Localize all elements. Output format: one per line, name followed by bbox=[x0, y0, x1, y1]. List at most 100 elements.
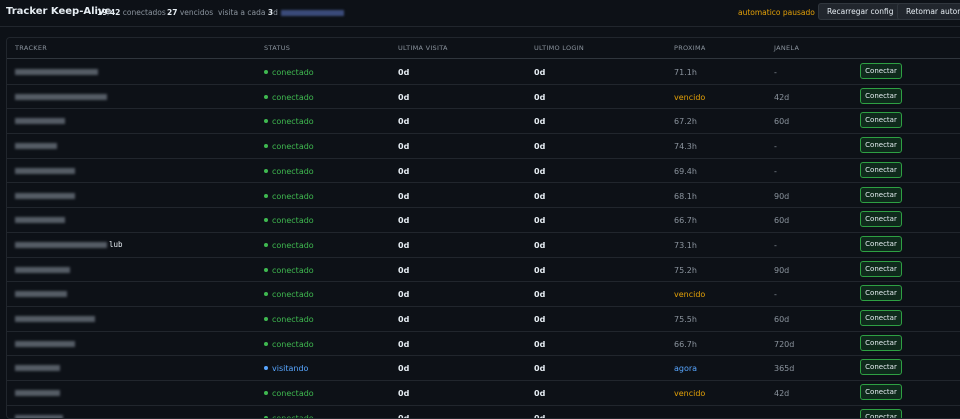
connect-button[interactable]: Conectar bbox=[860, 186, 902, 203]
last-login: 0d bbox=[534, 117, 546, 127]
last-visit: 0d bbox=[398, 240, 410, 250]
resume-auto-button[interactable]: Retomar automatico bbox=[897, 3, 960, 20]
next-visit: 66.7h bbox=[674, 339, 697, 349]
table-header: TRACKER STATUS ULTIMA VISITA ULTIMO LOGI… bbox=[7, 38, 960, 59]
last-login: 0d bbox=[534, 265, 546, 275]
col-window: JANELA bbox=[774, 44, 800, 52]
status-text: conectado bbox=[272, 216, 314, 226]
window-value: 90d bbox=[774, 265, 790, 275]
connect-button[interactable]: Conectar bbox=[860, 161, 902, 178]
tracker-name-redacted bbox=[15, 192, 75, 199]
last-visit: 0d bbox=[398, 389, 410, 399]
status-text: conectado bbox=[272, 142, 314, 152]
table-row: conectado 0d 0d 68.1h 90d Conectar bbox=[7, 183, 960, 209]
next-visit: vencido bbox=[674, 389, 706, 399]
status-indicator: conectado bbox=[264, 167, 314, 176]
connect-button[interactable]: Conectar bbox=[860, 384, 902, 401]
window-value: 42d bbox=[774, 389, 790, 399]
table-row: conectado 0d 0d 74.3h - Conectar bbox=[7, 133, 960, 159]
status-dot-icon bbox=[264, 267, 268, 272]
next-visit: 71.1h bbox=[674, 68, 697, 77]
status-indicator: visitando bbox=[264, 364, 308, 373]
status-dot-icon bbox=[264, 317, 268, 321]
connect-button[interactable]: Conectar bbox=[860, 63, 902, 79]
window-value: 60d bbox=[774, 117, 790, 127]
last-login: 0d bbox=[534, 339, 546, 349]
tracker-table: TRACKER STATUS ULTIMA VISITA ULTIMO LOGI… bbox=[6, 37, 960, 419]
last-login: 0d bbox=[534, 216, 546, 226]
connect-button[interactable]: Conectar bbox=[860, 112, 902, 129]
connected-stat: 19/42 conectados bbox=[97, 8, 166, 17]
status-text: conectado bbox=[272, 166, 314, 176]
window-value: - bbox=[774, 68, 777, 77]
window-value: 90d bbox=[774, 191, 790, 201]
status-indicator: conectado bbox=[264, 216, 314, 225]
col-last-visit: ULTIMA VISITA bbox=[398, 44, 448, 52]
status-text: conectado bbox=[272, 117, 314, 127]
next-visit: 67.2h bbox=[674, 117, 697, 127]
redacted-field bbox=[281, 10, 344, 16]
connect-button[interactable]: Conectar bbox=[860, 359, 902, 376]
connect-button[interactable]: Conectar bbox=[860, 235, 902, 252]
connect-button[interactable]: Conectar bbox=[860, 285, 902, 302]
interval-stat: visita a cada 3d bbox=[218, 8, 278, 17]
connect-button[interactable]: Conectar bbox=[860, 87, 902, 104]
last-visit: 0d bbox=[398, 315, 410, 324]
tracker-name-redacted bbox=[15, 266, 70, 273]
tracker-name-redacted bbox=[15, 365, 60, 372]
last-login: 0d bbox=[534, 364, 546, 374]
status-dot-icon bbox=[264, 242, 268, 247]
status-text: conectado bbox=[272, 413, 314, 419]
col-next: PROXIMA bbox=[674, 44, 706, 52]
last-login: 0d bbox=[534, 166, 546, 176]
interval-unit: d bbox=[273, 8, 278, 17]
next-visit: 69.4h bbox=[674, 166, 697, 176]
connect-button[interactable]: Conectar bbox=[860, 310, 902, 326]
status-indicator: conectado bbox=[264, 413, 314, 419]
reload-config-button[interactable]: Recarregar config bbox=[818, 3, 903, 20]
last-visit: 0d bbox=[398, 265, 410, 275]
status-text: conectado bbox=[272, 240, 314, 250]
status-indicator: conectado bbox=[264, 117, 314, 126]
last-visit: 0d bbox=[398, 142, 410, 152]
connect-button[interactable]: Conectar bbox=[860, 211, 902, 228]
col-tracker: TRACKER bbox=[15, 44, 48, 52]
next-visit: vencido bbox=[674, 290, 706, 300]
tracker-name-redacted bbox=[15, 316, 95, 322]
tracker-name-redacted bbox=[15, 217, 65, 224]
next-visit: 75.2h bbox=[674, 265, 697, 275]
expired-stat: 27 vencidos bbox=[167, 8, 213, 17]
connect-button[interactable]: Conectar bbox=[860, 260, 902, 277]
expired-count: 27 bbox=[167, 8, 178, 17]
table-row: visitando 0d 0d agora 365d Conectar bbox=[7, 355, 960, 382]
tracker-name-redacted bbox=[15, 241, 107, 248]
tracker-name-redacted bbox=[15, 69, 98, 75]
table-row: conectado 0d 0d 66.7h 60d Conectar bbox=[7, 207, 960, 233]
last-login: 0d bbox=[534, 389, 546, 399]
status-indicator: conectado bbox=[264, 389, 314, 398]
last-visit: 0d bbox=[398, 166, 410, 176]
status-dot-icon bbox=[264, 366, 268, 371]
tracker-name-redacted bbox=[15, 291, 67, 298]
status-text: conectado bbox=[272, 68, 314, 77]
top-bar: Tracker Keep-Alive 19/42 conectados 27 v… bbox=[0, 0, 960, 27]
status-text: conectado bbox=[272, 92, 314, 102]
table-row: conectado 0d 0d 71.1h - Conectar bbox=[7, 59, 960, 85]
col-last-login: ULTIMO LOGIN bbox=[534, 44, 585, 52]
status-dot-icon bbox=[264, 218, 268, 223]
connect-button[interactable]: Conectar bbox=[860, 137, 902, 154]
status-text: conectado bbox=[272, 191, 314, 201]
last-visit: 0d bbox=[398, 290, 410, 300]
last-login: 0d bbox=[534, 191, 546, 201]
status-text: conectado bbox=[272, 389, 314, 399]
last-login: 0d bbox=[534, 68, 546, 77]
last-visit: 0d bbox=[398, 191, 410, 201]
last-login: 0d bbox=[534, 240, 546, 250]
status-indicator: conectado bbox=[264, 340, 314, 349]
table-row: conectado 0d 0d vencido 42d Conectar bbox=[7, 84, 960, 110]
window-value: 720d bbox=[774, 339, 795, 349]
connect-button[interactable]: Conectar bbox=[860, 408, 902, 418]
status-dot-icon bbox=[264, 94, 268, 99]
window-value: - bbox=[774, 240, 777, 250]
connect-button[interactable]: Conectar bbox=[860, 334, 902, 351]
